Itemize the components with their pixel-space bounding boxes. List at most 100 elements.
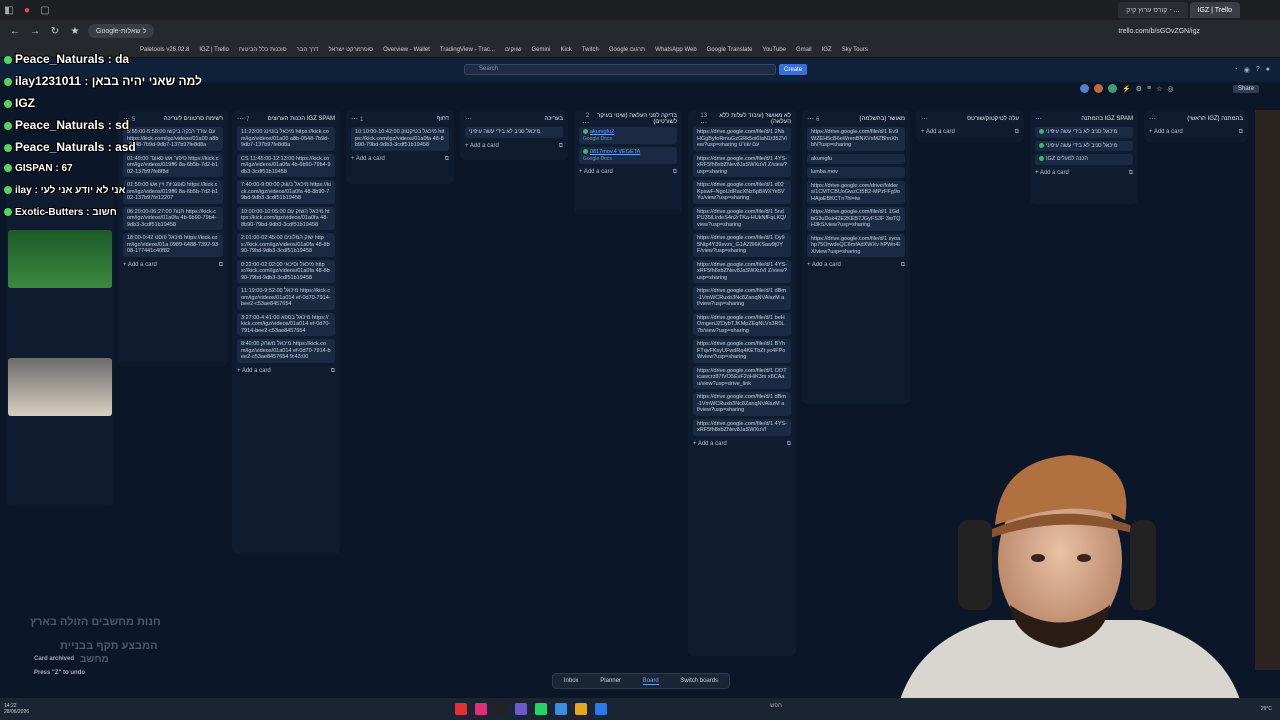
card-template-icon[interactable]: ⧉ — [1015, 129, 1019, 136]
star-icon[interactable]: ☆ — [1156, 85, 1162, 93]
list-menu-icon[interactable]: ⋯ — [1035, 116, 1042, 123]
automation-icon[interactable]: ⚙ — [1136, 85, 1142, 93]
card-template-icon[interactable]: ⧉ — [1129, 170, 1133, 177]
bookmark-item[interactable]: YouTube — [762, 47, 786, 53]
card[interactable]: 2:01:00-02:45:00 שוק המלונים https://kic… — [237, 233, 335, 257]
board-tab[interactable]: Board — [642, 678, 659, 685]
member-avatar[interactable] — [1108, 84, 1117, 93]
card-attachment[interactable]: akumgfu2 Google Docs — [579, 127, 677, 144]
planner-tab[interactable]: Planner — [600, 678, 621, 684]
card[interactable]: 7:40:00-9:00:00 מיכאל בשוק https://kick.… — [237, 180, 335, 204]
url-text[interactable]: trello.com/b/sGOvZGN/igz — [1118, 28, 1200, 35]
card[interactable]: 0:22:00-02:02:00 מיכאל וסיכאי https://ki… — [237, 259, 335, 283]
card[interactable]: https://drive.google.com/file/d/1 BYhFTq… — [693, 339, 791, 363]
card[interactable]: https://drive.google.com/drive/folders/1… — [807, 180, 905, 204]
member-avatar[interactable] — [1094, 84, 1103, 93]
back-icon[interactable]: ← — [8, 26, 22, 37]
bookmark-item[interactable]: Gemini — [531, 47, 550, 53]
card[interactable]: https://drive.google.com/file/d/1 Ev9WZE… — [807, 127, 905, 151]
list-menu-icon[interactable]: ⋯ — [465, 116, 472, 123]
card-template-icon[interactable]: ⧉ — [901, 262, 905, 269]
add-card-button[interactable]: + Add a card — [921, 129, 955, 136]
bookmark-item[interactable]: Sky Tours — [842, 47, 868, 53]
list-menu-icon[interactable]: ⋯ — [237, 116, 246, 123]
card-template-icon[interactable]: ⧉ — [445, 156, 449, 163]
card[interactable]: https://drive.google.com/file/d/1 4YS-xR… — [693, 259, 791, 283]
card[interactable]: מיכאל סניב לא בידי עשה עיפיני — [1035, 140, 1133, 151]
list-menu-icon[interactable]: ⋯ — [1149, 116, 1156, 123]
bell-icon[interactable]: ◉ — [1244, 66, 1250, 74]
inbox-tab[interactable]: Inbox — [564, 678, 579, 684]
video-thumbnail[interactable] — [8, 230, 112, 288]
filter-icon[interactable]: ≡ — [1147, 85, 1151, 92]
tab-trello[interactable]: IGZ | Trello — [1189, 2, 1240, 18]
card-template-icon[interactable]: ⧉ — [787, 441, 791, 448]
members-icon[interactable]: ◎ — [1167, 85, 1173, 93]
card[interactable]: https://drive.google.com/file/d/1 syoahp… — [807, 233, 905, 257]
member-avatar[interactable] — [1080, 84, 1089, 93]
list-title[interactable]: מאושר (בהשלמה) — [860, 116, 905, 122]
list-menu-icon[interactable]: ⋯ — [351, 116, 360, 123]
list-menu-icon[interactable]: ⋯ — [921, 116, 928, 123]
attachment-link[interactable]: akumgfu2 — [590, 129, 614, 135]
help-icon[interactable]: ? — [1256, 66, 1260, 74]
reload-icon[interactable]: ↻ — [48, 26, 62, 37]
bookmark-item[interactable]: Kick — [561, 47, 572, 53]
card[interactable]: מיכאל סניב לא בידי עשה עיפיני — [465, 127, 563, 138]
bookmark-item[interactable]: Overview - Wallet — [383, 47, 430, 53]
card[interactable]: https://drive.google.com/file/d/1 d02Kps… — [693, 180, 791, 204]
list-title[interactable]: לא מאושר (עיבוד לעלות ללא העלאה) — [707, 113, 791, 125]
avatar[interactable]: ● — [1266, 66, 1270, 74]
card[interactable]: akumgfu — [807, 153, 905, 164]
card[interactable]: https://drive.google.com/file/d/1 1GdbG3… — [807, 207, 905, 231]
bookmark-item[interactable]: דרך הבר — [297, 47, 319, 53]
app-icon[interactable] — [535, 703, 547, 715]
list-title[interactable]: IGZ SPAM הכנות הערוצים — [268, 116, 335, 122]
card[interactable]: https://drive.google.com/file/d/1 dBm-1V… — [693, 286, 791, 310]
bookmark-item[interactable]: Google Translate — [707, 47, 753, 53]
taskbar-search[interactable]: חפש — [770, 703, 782, 709]
window-menu-icon[interactable]: ◧ — [0, 0, 18, 20]
attachment-link[interactable]: 0817mov.4 VEGETA — [590, 149, 640, 155]
search-input[interactable]: Search — [464, 64, 776, 75]
card[interactable]: CS 11:45:00-12:13:00 https://kick.com/ig… — [237, 153, 335, 177]
app-icon[interactable] — [475, 703, 487, 715]
forward-icon[interactable]: → — [28, 26, 42, 37]
list-title[interactable]: IGZ SPAM בהמתנה — [1081, 116, 1133, 122]
add-card-button[interactable]: + Add a card — [237, 368, 271, 375]
video-thumbnail[interactable] — [8, 358, 112, 416]
add-card-button[interactable]: + Add a card — [1149, 129, 1183, 136]
power-up-icon[interactable]: ⚡ — [1122, 85, 1131, 93]
app-icon[interactable] — [455, 703, 467, 715]
tab-grid-icon[interactable]: ▢ — [36, 0, 54, 20]
bookmark-item[interactable]: סוכנות כלל הביטוח — [239, 47, 287, 53]
card[interactable]: 10:10:00-10:42:00 מיכאל בטיקטוק https://… — [351, 127, 449, 151]
bookmark-item[interactable]: WhatsApp Web — [655, 47, 697, 53]
add-card-button[interactable]: + Add a card — [351, 156, 385, 163]
app-icon[interactable] — [575, 703, 587, 715]
card[interactable]: 10:00:00-10:05:00 מיכאל השוק עם https://… — [237, 206, 335, 230]
card[interactable]: מיכאל פוסט 18:00-0:42 https://kick.com/i… — [123, 233, 223, 257]
bookmark-item[interactable]: TradingView - Trac... — [440, 47, 495, 53]
share-button[interactable]: Share — [1233, 85, 1260, 93]
add-card-button[interactable]: + Add a card — [465, 143, 499, 150]
app-icon[interactable] — [595, 703, 607, 715]
card[interactable]: IGZ הכנה למעלים — [1035, 154, 1133, 165]
list-title[interactable]: בדיקה לפני העלאה (שינוי בעיקר לשורטים) — [589, 113, 677, 125]
bookmark-item[interactable]: Gmail — [796, 47, 812, 53]
card[interactable]: https://drive.google.com/file/d/1 4YS-xR… — [693, 153, 791, 177]
card-template-icon[interactable]: ⧉ — [1239, 129, 1243, 136]
card[interactable]: 11:19:00-9:52:00 מיכאל https://kick.com/… — [237, 286, 335, 310]
list-title[interactable]: דחוף — [437, 116, 449, 122]
card-template-icon[interactable]: ⧉ — [331, 368, 335, 375]
bookmark-item[interactable]: שווקים — [505, 47, 522, 53]
bookmark-item[interactable]: Twitch — [582, 47, 599, 53]
switch-boards-tab[interactable]: Switch boards — [680, 678, 718, 684]
bookmark-item[interactable]: IGZ — [822, 47, 832, 53]
card-template-icon[interactable]: ⧉ — [673, 169, 677, 176]
app-icon[interactable] — [495, 703, 507, 715]
tab-course[interactable]: קורס ערוץ קיק - ... — [1118, 2, 1188, 18]
bookmark-item[interactable]: Google תרגום — [609, 47, 645, 53]
card[interactable]: https://drive.google.com/file/d/1 OOTica… — [693, 365, 791, 389]
omnibox[interactable]: Google-ל שאלות — [88, 24, 155, 38]
